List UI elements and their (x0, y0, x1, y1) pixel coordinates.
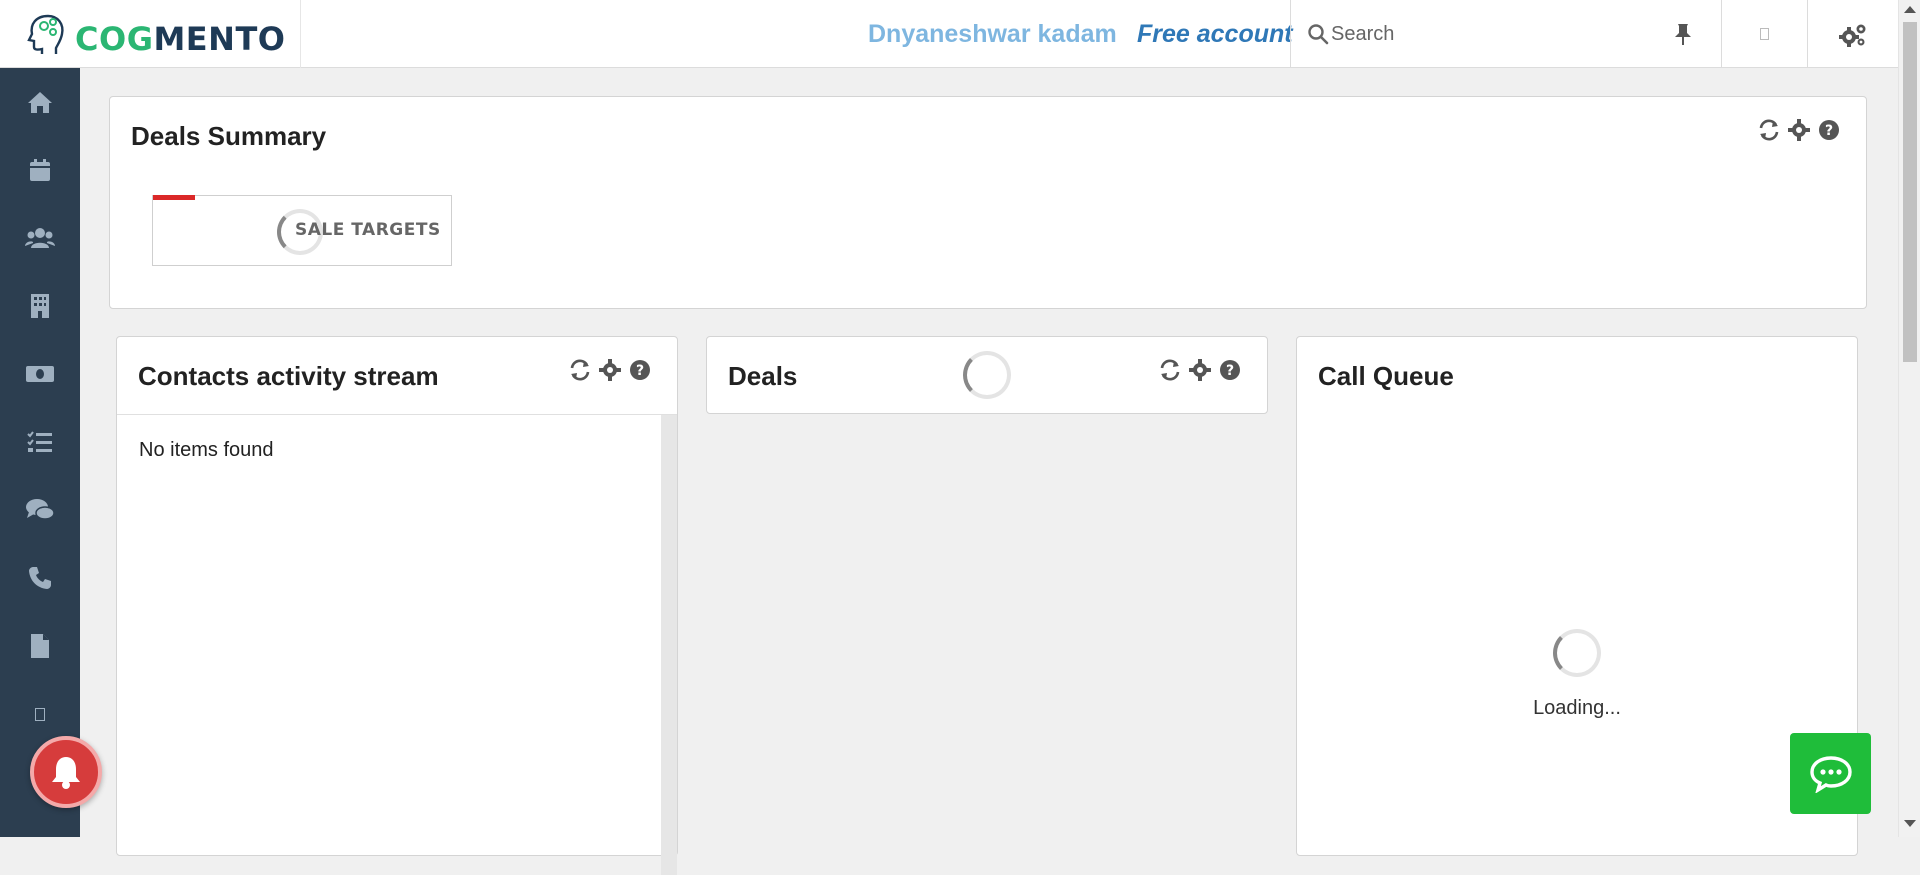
brand-name-part2: MENTO (153, 20, 286, 58)
pin-icon[interactable] (1673, 22, 1693, 46)
svg-text:?: ? (1226, 363, 1234, 379)
sidebar (0, 68, 80, 837)
gear-icon[interactable] (1189, 359, 1211, 381)
panel-scrollbar[interactable] (661, 415, 677, 875)
sidebar-item-calendar[interactable] (0, 136, 80, 204)
loading-text: Loading... (1533, 697, 1621, 719)
sidebar-item-calls[interactable] (0, 544, 80, 612)
refresh-icon[interactable] (1758, 119, 1780, 141)
search-bar (1290, 0, 1722, 68)
refresh-icon[interactable] (1159, 359, 1181, 381)
app-logo[interactable]: COGMENTO (0, 0, 301, 68)
sidebar-item-chat[interactable] (0, 476, 80, 544)
sidebar-item-companies[interactable] (0, 272, 80, 340)
call-queue-panel: Call Queue Loading... (1296, 336, 1858, 856)
documents-icon (31, 634, 49, 658)
refresh-icon[interactable] (569, 359, 591, 381)
sidebar-item-documents[interactable] (0, 612, 80, 680)
loading-spinner (1553, 629, 1601, 677)
deals-icon (26, 366, 54, 382)
deals-summary-panel: Deals Summary ? SALE TARGETS (109, 96, 1867, 309)
brain-head-icon (27, 14, 64, 54)
contacts-activity-panel: Contacts activity stream ? No items foun… (116, 336, 678, 875)
deals-panel-tools: ? (1159, 359, 1241, 381)
square-icon (35, 707, 45, 721)
scroll-down-icon[interactable] (1904, 820, 1916, 827)
sidebar-item-tasks[interactable] (0, 408, 80, 476)
page-scrollbar[interactable] (1898, 0, 1920, 837)
notification-bell-button[interactable] (30, 736, 102, 808)
bell-icon (52, 757, 80, 789)
help-icon[interactable]: ? (1818, 119, 1840, 141)
settings-button[interactable] (1808, 0, 1898, 68)
placeholder-icon (1760, 28, 1769, 40)
account-type-link[interactable]: Free account (1137, 20, 1293, 49)
sale-targets-label: SALE TARGETS (295, 220, 441, 240)
help-icon[interactable]: ? (629, 359, 651, 381)
svg-text:?: ? (1825, 123, 1833, 139)
contacts-icon (25, 228, 55, 248)
notifications-button[interactable] (1722, 0, 1808, 68)
svg-text:?: ? (636, 363, 644, 379)
sidebar-item-home[interactable] (0, 68, 80, 136)
chat-widget-button[interactable] (1790, 733, 1871, 814)
phone-icon (29, 567, 51, 589)
deals-panel-title: Deals (728, 361, 798, 391)
contacts-panel-header: Contacts activity stream ? (117, 337, 677, 415)
contacts-panel-tools: ? (569, 359, 651, 381)
top-bar: COGMENTO Dnyaneshwar kadam Free account (0, 0, 1898, 68)
calendar-icon (30, 159, 50, 181)
gears-icon (1839, 24, 1866, 47)
help-icon[interactable]: ? (1219, 359, 1241, 381)
sidebar-item-deals[interactable] (0, 340, 80, 408)
sidebar-item-contacts[interactable] (0, 204, 80, 272)
deals-summary-title: Deals Summary (131, 121, 327, 151)
brand-name: COGMENTO (75, 20, 285, 58)
search-input[interactable] (1331, 15, 1631, 53)
card-accent-bar (153, 195, 195, 200)
scroll-up-icon[interactable] (1904, 6, 1916, 13)
deals-panel: Deals ? (706, 336, 1268, 414)
scrollbar-thumb[interactable] (1903, 22, 1917, 362)
empty-state-text: No items found (139, 439, 274, 461)
companies-icon (31, 294, 49, 318)
tasks-icon (27, 431, 52, 452)
home-icon (28, 92, 52, 113)
sale-targets-card[interactable]: SALE TARGETS (152, 195, 452, 266)
user-name[interactable]: Dnyaneshwar kadam (868, 20, 1117, 49)
loading-spinner (963, 351, 1011, 399)
gear-icon[interactable] (1788, 119, 1810, 141)
deals-summary-tools: ? (1758, 119, 1840, 141)
gear-icon[interactable] (599, 359, 621, 381)
call-queue-title: Call Queue (1318, 361, 1454, 391)
chat-icon (26, 499, 55, 520)
search-icon (1308, 24, 1329, 45)
brand-name-part1: COG (75, 20, 154, 58)
contacts-panel-title: Contacts activity stream (138, 361, 439, 391)
chat-bubble-icon (1809, 755, 1852, 793)
